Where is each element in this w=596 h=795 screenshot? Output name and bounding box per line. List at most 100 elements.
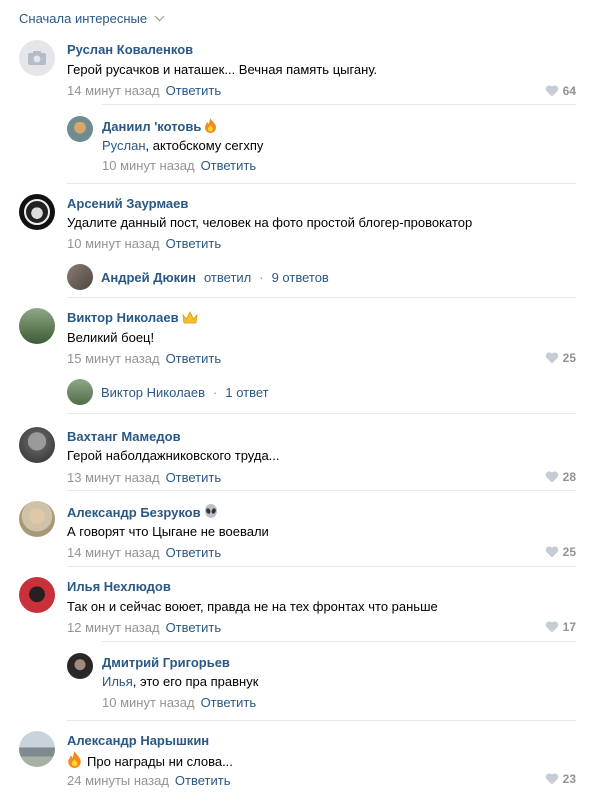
divider [67, 566, 576, 567]
comment-meta: 14 минут назад Ответить [67, 83, 221, 98]
reply-button[interactable]: Ответить [166, 236, 222, 251]
avatar[interactable] [19, 731, 55, 767]
avatar[interactable] [19, 577, 55, 613]
comment-meta: 13 минут назад Ответить [67, 470, 221, 485]
alien-icon [204, 504, 218, 522]
avatar[interactable] [67, 116, 93, 142]
heart-icon [545, 352, 558, 364]
avatar [67, 264, 93, 290]
divider [67, 490, 576, 491]
author-name[interactable]: Александр Нарышкин [67, 733, 209, 748]
reply-button[interactable]: Ответить [166, 83, 222, 98]
heart-icon [545, 85, 558, 97]
comment-meta: 10 минут назад Ответить [67, 236, 221, 251]
author-name[interactable]: Арсений Заурмаев [67, 196, 188, 211]
heart-icon [545, 773, 558, 785]
comment-text: Удалите данный пост, человек на фото про… [67, 215, 473, 230]
fire-icon [204, 118, 217, 136]
reply-button[interactable]: Ответить [201, 695, 257, 710]
author-name[interactable]: Дмитрий Григорьев [102, 655, 230, 670]
divider [102, 104, 576, 105]
like-button[interactable]: 25 [545, 351, 576, 365]
comment-meta: 10 минут назад Ответить [102, 695, 256, 710]
avatar[interactable] [67, 653, 93, 679]
comment-time[interactable]: 24 минуты назад [67, 773, 169, 788]
divider [102, 641, 576, 642]
comment-time[interactable]: 13 минут назад [67, 470, 160, 485]
comment-time[interactable]: 15 минут назад [67, 351, 160, 366]
comment-text: Про награды ни слова... [67, 751, 233, 771]
author-name[interactable]: Руслан Коваленков [67, 42, 193, 57]
like-count: 25 [562, 545, 576, 559]
divider [67, 183, 576, 184]
heart-icon [545, 471, 558, 483]
author-name[interactable]: Александр Безруков [67, 504, 218, 522]
heart-icon [545, 621, 558, 633]
chevron-down-icon [154, 11, 165, 22]
comment-meta: 24 минуты назад Ответить [67, 773, 230, 788]
reply-button[interactable]: Ответить [166, 620, 222, 635]
comment-text: Руслан, актобскому сегхпу [102, 138, 264, 153]
like-count: 17 [562, 620, 576, 634]
avatar [67, 379, 93, 405]
like-button[interactable]: 17 [545, 620, 576, 634]
comment-meta: 12 минут назад Ответить [67, 620, 221, 635]
comment-time[interactable]: 14 минут назад [67, 545, 160, 560]
reply-button[interactable]: Ответить [166, 545, 222, 560]
comment-time[interactable]: 12 минут назад [67, 620, 160, 635]
heart-icon [545, 546, 558, 558]
author-name[interactable]: Виктор Николаев [67, 310, 198, 327]
comment-text: Великий боец! [67, 330, 155, 345]
comment-time[interactable]: 10 минут назад [67, 236, 160, 251]
comment-meta: 15 минут назад Ответить [67, 351, 221, 366]
divider [67, 297, 576, 298]
comment-text: Герой русачков и наташек... Вечная памят… [67, 62, 378, 77]
divider [67, 413, 576, 414]
author-name[interactable]: Вахтанг Мамедов [67, 429, 181, 444]
comment-meta: 14 минут назад Ответить [67, 545, 221, 560]
reply-button[interactable]: Ответить [166, 470, 222, 485]
like-count: 23 [562, 772, 576, 786]
comment-text: Илья, это его пра правнук [102, 674, 259, 689]
thread-author[interactable]: Андрей Дюкин [101, 270, 196, 285]
thread-action: ответил [203, 269, 252, 285]
comment-time[interactable]: 10 минут назад [102, 695, 195, 710]
comment-text: А говорят что Цыгане не воевали [67, 524, 269, 539]
author-name[interactable]: Илья Нехлюдов [67, 579, 171, 594]
like-button[interactable]: 25 [545, 545, 576, 559]
avatar[interactable] [19, 501, 55, 537]
dot-separator: · [213, 384, 218, 400]
thread-count[interactable]: 1 ответ [225, 385, 268, 400]
comment-time[interactable]: 14 минут назад [67, 83, 160, 98]
fire-icon [67, 751, 82, 771]
like-count: 28 [562, 470, 576, 484]
mention-link[interactable]: Руслан [102, 138, 146, 153]
thread-author[interactable]: Виктор Николаев [101, 385, 205, 400]
avatar-placeholder-icon[interactable] [19, 40, 55, 76]
comment-text: Герой наболдажниковского труда... [67, 448, 280, 463]
comment-time[interactable]: 10 минут назад [102, 158, 195, 173]
dot-separator: · [259, 269, 264, 285]
like-count: 25 [562, 351, 576, 365]
avatar[interactable] [19, 308, 55, 344]
like-button[interactable]: 28 [545, 470, 576, 484]
sort-dropdown[interactable]: Сначала интересные [19, 11, 165, 26]
avatar[interactable] [19, 194, 55, 230]
divider [67, 720, 576, 721]
sort-label: Сначала интересные [19, 11, 148, 26]
reply-button[interactable]: Ответить [166, 351, 222, 366]
like-button[interactable]: 64 [545, 84, 576, 98]
like-button[interactable]: 23 [545, 772, 576, 786]
mention-link[interactable]: Илья [102, 674, 133, 689]
replies-thread-link[interactable]: Андрей Дюкин ответил · 9 ответов [67, 264, 329, 290]
author-name[interactable]: Даниил 'котовь [102, 118, 217, 136]
thread-count[interactable]: 9 ответов [272, 270, 329, 285]
crown-icon [182, 311, 198, 327]
comment-text: Так он и сейчас воюет, правда не на тех … [67, 599, 438, 614]
avatar[interactable] [19, 427, 55, 463]
replies-thread-link[interactable]: Виктор Николаев · 1 ответ [67, 379, 269, 405]
reply-button[interactable]: Ответить [201, 158, 257, 173]
comment-meta: 10 минут назад Ответить [102, 158, 256, 173]
like-count: 64 [562, 84, 576, 98]
reply-button[interactable]: Ответить [175, 773, 231, 788]
